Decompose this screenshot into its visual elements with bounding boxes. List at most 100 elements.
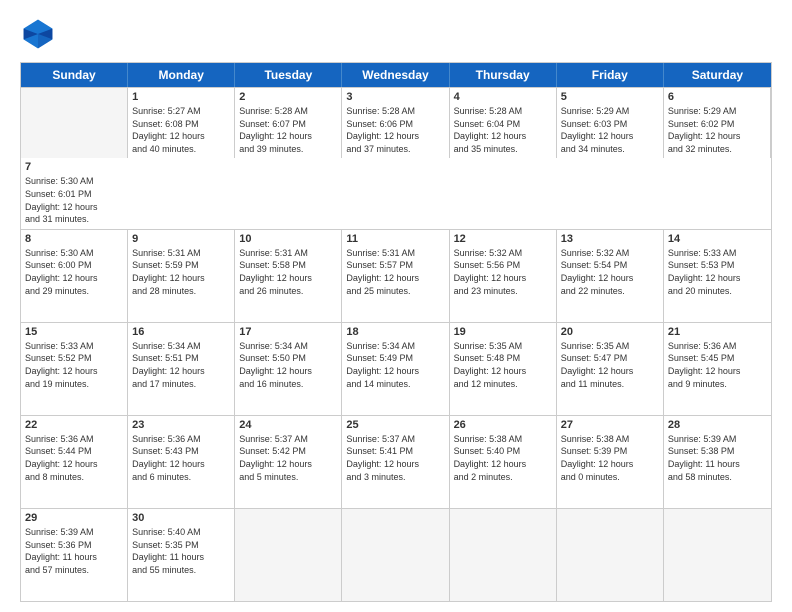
calendar-row-2: 15 Sunrise: 5:33 AMSunset: 5:52 PMDayligh… — [21, 322, 771, 415]
day-number: 18 — [346, 326, 444, 338]
logo — [20, 16, 62, 52]
day-number: 9 — [132, 233, 230, 245]
day-info: Sunrise: 5:35 AMSunset: 5:48 PMDaylight:… — [454, 340, 552, 390]
day-number: 10 — [239, 233, 337, 245]
day-cell-26: 26 Sunrise: 5:38 AMSunset: 5:40 PMDayligh… — [450, 416, 557, 508]
day-cell-27: 27 Sunrise: 5:38 AMSunset: 5:39 PMDayligh… — [557, 416, 664, 508]
day-number: 14 — [668, 233, 767, 245]
day-info: Sunrise: 5:31 AMSunset: 5:59 PMDaylight:… — [132, 247, 230, 297]
day-info: Sunrise: 5:30 AMSunset: 6:01 PMDaylight:… — [25, 175, 124, 225]
day-cell-10: 10 Sunrise: 5:31 AMSunset: 5:58 PMDayligh… — [235, 230, 342, 322]
weekday-header-monday: Monday — [128, 63, 235, 87]
day-number: 27 — [561, 419, 659, 431]
day-cell-29: 29 Sunrise: 5:39 AMSunset: 5:36 PMDayligh… — [21, 509, 128, 601]
day-cell-23: 23Sunrise: 5:36 AMSunset: 5:43 PMDayligh… — [128, 416, 235, 508]
empty-cell-4-5 — [557, 509, 664, 601]
day-cell-14: 14 Sunrise: 5:33 AMSunset: 5:53 PMDayligh… — [664, 230, 771, 322]
day-info: Sunrise: 5:37 AMSunset: 5:42 PMDaylight:… — [239, 433, 337, 483]
day-info: Sunrise: 5:34 AMSunset: 5:51 PMDaylight:… — [132, 340, 230, 390]
day-info: Sunrise: 5:27 AMSunset: 6:08 PMDaylight:… — [132, 105, 230, 155]
calendar-row-1: 8 Sunrise: 5:30 AMSunset: 6:00 PMDaylight… — [21, 229, 771, 322]
day-cell-24: 24 Sunrise: 5:37 AMSunset: 5:42 PMDayligh… — [235, 416, 342, 508]
empty-cell-4-4 — [450, 509, 557, 601]
day-number: 19 — [454, 326, 552, 338]
day-cell-22: 22 Sunrise: 5:36 AMSunset: 5:44 PMDayligh… — [21, 416, 128, 508]
weekday-header-saturday: Saturday — [664, 63, 771, 87]
day-info: Sunrise: 5:33 AMSunset: 5:52 PMDaylight:… — [25, 340, 123, 390]
calendar: SundayMondayTuesdayWednesdayThursdayFrid… — [20, 62, 772, 602]
day-number: 22 — [25, 419, 123, 431]
day-cell-3: 3 Sunrise: 5:28 AMSunset: 6:06 PMDaylight… — [342, 88, 449, 158]
day-info: Sunrise: 5:32 AMSunset: 5:54 PMDaylight:… — [561, 247, 659, 297]
day-info: Sunrise: 5:36 AMSunset: 5:43 PMDaylight:… — [132, 433, 230, 483]
day-info: Sunrise: 5:39 AMSunset: 5:38 PMDaylight:… — [668, 433, 767, 483]
day-number: 28 — [668, 419, 767, 431]
day-info: Sunrise: 5:34 AMSunset: 5:49 PMDaylight:… — [346, 340, 444, 390]
day-info: Sunrise: 5:30 AMSunset: 6:00 PMDaylight:… — [25, 247, 123, 297]
day-number: 17 — [239, 326, 337, 338]
day-number: 13 — [561, 233, 659, 245]
day-info: Sunrise: 5:40 AMSunset: 5:35 PMDaylight:… — [132, 526, 230, 576]
day-number: 2 — [239, 91, 337, 103]
day-number: 1 — [132, 91, 230, 103]
day-cell-28: 28 Sunrise: 5:39 AMSunset: 5:38 PMDayligh… — [664, 416, 771, 508]
day-info: Sunrise: 5:36 AMSunset: 5:44 PMDaylight:… — [25, 433, 123, 483]
day-info: Sunrise: 5:37 AMSunset: 5:41 PMDaylight:… — [346, 433, 444, 483]
day-info: Sunrise: 5:28 AMSunset: 6:07 PMDaylight:… — [239, 105, 337, 155]
day-cell-5: 5Sunrise: 5:29 AMSunset: 6:03 PMDaylight… — [557, 88, 664, 158]
weekday-header-sunday: Sunday — [21, 63, 128, 87]
day-number: 8 — [25, 233, 123, 245]
day-cell-18: 18 Sunrise: 5:34 AMSunset: 5:49 PMDayligh… — [342, 323, 449, 415]
day-info: Sunrise: 5:33 AMSunset: 5:53 PMDaylight:… — [668, 247, 767, 297]
day-number: 29 — [25, 512, 123, 524]
day-number: 26 — [454, 419, 552, 431]
header — [20, 16, 772, 52]
day-info: Sunrise: 5:32 AMSunset: 5:56 PMDaylight:… — [454, 247, 552, 297]
empty-cell-4-3 — [342, 509, 449, 601]
day-info: Sunrise: 5:38 AMSunset: 5:40 PMDaylight:… — [454, 433, 552, 483]
calendar-row-3: 22 Sunrise: 5:36 AMSunset: 5:44 PMDayligh… — [21, 415, 771, 508]
day-info: Sunrise: 5:31 AMSunset: 5:57 PMDaylight:… — [346, 247, 444, 297]
empty-cell-0-0 — [21, 88, 128, 158]
day-info: Sunrise: 5:29 AMSunset: 6:02 PMDaylight:… — [668, 105, 766, 155]
day-info: Sunrise: 5:28 AMSunset: 6:06 PMDaylight:… — [346, 105, 444, 155]
day-number: 16 — [132, 326, 230, 338]
day-number: 24 — [239, 419, 337, 431]
day-cell-1: 1 Sunrise: 5:27 AMSunset: 6:08 PMDaylight… — [128, 88, 235, 158]
day-cell-4: 4 Sunrise: 5:28 AMSunset: 6:04 PMDaylight… — [450, 88, 557, 158]
day-number: 11 — [346, 233, 444, 245]
weekday-header-tuesday: Tuesday — [235, 63, 342, 87]
day-number: 21 — [668, 326, 767, 338]
day-number: 30 — [132, 512, 230, 524]
day-info: Sunrise: 5:31 AMSunset: 5:58 PMDaylight:… — [239, 247, 337, 297]
day-info: Sunrise: 5:38 AMSunset: 5:39 PMDaylight:… — [561, 433, 659, 483]
day-cell-21: 21Sunrise: 5:36 AMSunset: 5:45 PMDayligh… — [664, 323, 771, 415]
day-number: 6 — [668, 91, 766, 103]
day-cell-11: 11 Sunrise: 5:31 AMSunset: 5:57 PMDayligh… — [342, 230, 449, 322]
day-cell-30: 30 Sunrise: 5:40 AMSunset: 5:35 PMDayligh… — [128, 509, 235, 601]
day-cell-8: 8 Sunrise: 5:30 AMSunset: 6:00 PMDaylight… — [21, 230, 128, 322]
day-number: 3 — [346, 91, 444, 103]
day-cell-13: 13 Sunrise: 5:32 AMSunset: 5:54 PMDayligh… — [557, 230, 664, 322]
day-info: Sunrise: 5:35 AMSunset: 5:47 PMDaylight:… — [561, 340, 659, 390]
day-cell-9: 9 Sunrise: 5:31 AMSunset: 5:59 PMDaylight… — [128, 230, 235, 322]
day-number: 5 — [561, 91, 659, 103]
day-info: Sunrise: 5:39 AMSunset: 5:36 PMDaylight:… — [25, 526, 123, 576]
logo-icon — [20, 16, 56, 52]
day-cell-16: 16 Sunrise: 5:34 AMSunset: 5:51 PMDayligh… — [128, 323, 235, 415]
day-cell-7: 7Sunrise: 5:30 AMSunset: 6:01 PMDaylight… — [21, 158, 128, 228]
day-cell-15: 15 Sunrise: 5:33 AMSunset: 5:52 PMDayligh… — [21, 323, 128, 415]
day-info: Sunrise: 5:28 AMSunset: 6:04 PMDaylight:… — [454, 105, 552, 155]
day-number: 4 — [454, 91, 552, 103]
day-info: Sunrise: 5:34 AMSunset: 5:50 PMDaylight:… — [239, 340, 337, 390]
day-cell-6: 6 Sunrise: 5:29 AMSunset: 6:02 PMDaylight… — [664, 88, 771, 158]
weekday-header-thursday: Thursday — [450, 63, 557, 87]
empty-cell-4-2 — [235, 509, 342, 601]
day-number: 15 — [25, 326, 123, 338]
calendar-body: 1 Sunrise: 5:27 AMSunset: 6:08 PMDaylight… — [21, 87, 771, 601]
day-number: 20 — [561, 326, 659, 338]
weekday-header-friday: Friday — [557, 63, 664, 87]
calendar-row-0: 1 Sunrise: 5:27 AMSunset: 6:08 PMDaylight… — [21, 87, 771, 229]
day-cell-20: 20 Sunrise: 5:35 AMSunset: 5:47 PMDayligh… — [557, 323, 664, 415]
day-cell-12: 12Sunrise: 5:32 AMSunset: 5:56 PMDayligh… — [450, 230, 557, 322]
